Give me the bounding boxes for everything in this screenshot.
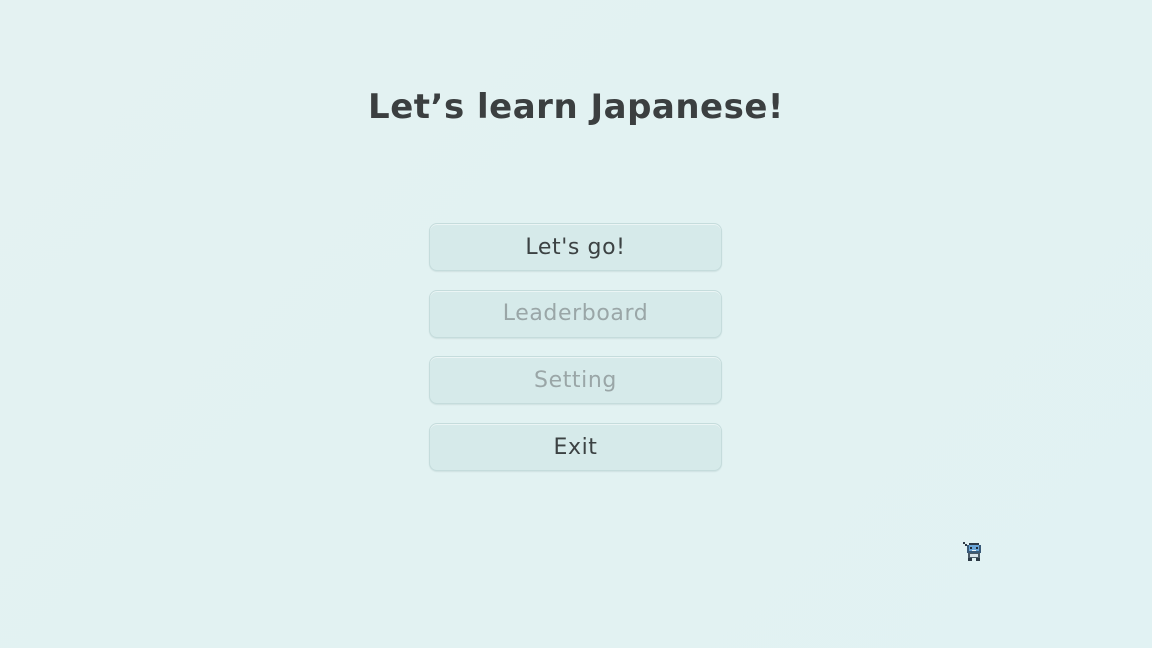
main-menu-screen: Let’s learn Japanese! Let's go! Leaderbo…	[0, 0, 1152, 648]
pixel-character-icon	[963, 542, 981, 561]
lets-go-button[interactable]: Let's go!	[429, 223, 722, 271]
exit-button[interactable]: Exit	[429, 423, 722, 472]
main-menu: Let's go! Leaderboard Setting Exit	[429, 223, 722, 490]
setting-button[interactable]: Setting	[429, 356, 722, 405]
game-title: Let’s learn Japanese!	[368, 87, 784, 127]
leaderboard-button[interactable]: Leaderboard	[429, 289, 722, 338]
